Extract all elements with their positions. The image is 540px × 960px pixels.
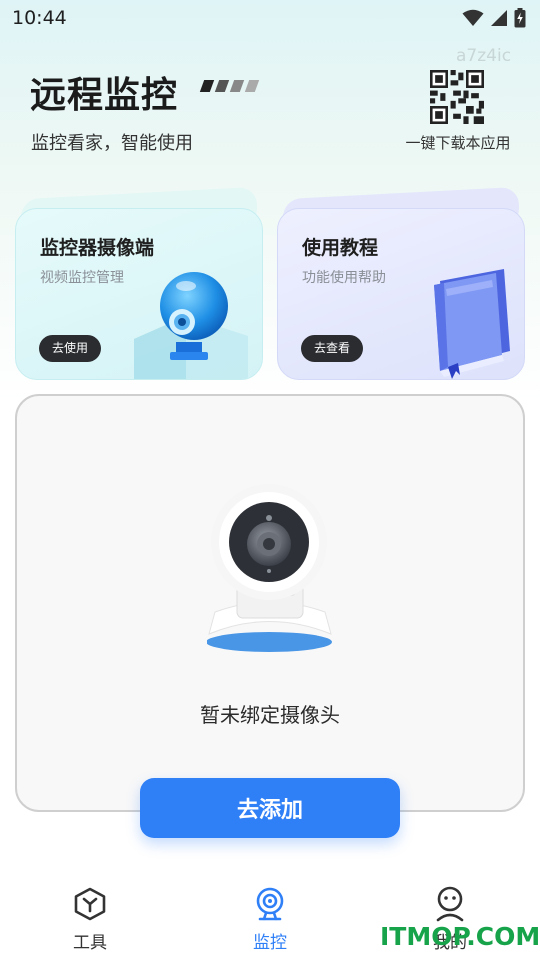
no-camera-message: 暂未绑定摄像头 bbox=[200, 703, 340, 727]
site-watermark: ITMOP.COM bbox=[380, 922, 540, 951]
book-icon bbox=[434, 269, 510, 379]
status-time: 10:44 bbox=[12, 7, 67, 29]
status-bar: 10:44 bbox=[0, 0, 540, 38]
page-title: 远程监控 bbox=[30, 75, 179, 116]
webcam-icon bbox=[256, 887, 284, 921]
nav-tab-tools[interactable]: 工具 bbox=[50, 886, 130, 953]
tutorial-card[interactable]: 使用教程 功能使用帮助 去查看 bbox=[277, 208, 525, 380]
page-subtitle: 监控看家，智能使用 bbox=[31, 133, 193, 154]
nav-label: 工具 bbox=[73, 933, 107, 953]
use-button[interactable]: 去使用 bbox=[39, 335, 102, 362]
title-decoration bbox=[199, 80, 260, 92]
camera-placeholder-icon bbox=[207, 484, 332, 652]
cube-icon bbox=[74, 887, 106, 921]
watermark-text: a7z4ic bbox=[456, 46, 512, 66]
camera-client-card[interactable]: 监控器摄像端 视频监控管理 去使用 bbox=[15, 208, 263, 380]
face-icon bbox=[436, 886, 464, 922]
qr-download-label[interactable]: 一键下载本应用 bbox=[400, 132, 516, 153]
status-icons bbox=[462, 8, 526, 28]
add-device-button[interactable]: 去添加 bbox=[140, 778, 400, 838]
battery-icon bbox=[514, 8, 526, 28]
qr-code-icon[interactable] bbox=[430, 70, 484, 124]
card-description: 视频监控管理 bbox=[40, 270, 124, 286]
signal-icon bbox=[491, 10, 507, 26]
wifi-icon bbox=[462, 9, 484, 26]
nav-label: 监控 bbox=[253, 933, 287, 953]
nav-tab-monitor[interactable]: 监控 bbox=[230, 886, 310, 953]
card-title: 使用教程 bbox=[302, 237, 379, 259]
device-panel: 暂未绑定摄像头 bbox=[15, 394, 525, 812]
view-button[interactable]: 去查看 bbox=[301, 335, 364, 362]
webcam-globe-icon bbox=[134, 272, 248, 379]
card-description: 功能使用帮助 bbox=[302, 270, 386, 286]
